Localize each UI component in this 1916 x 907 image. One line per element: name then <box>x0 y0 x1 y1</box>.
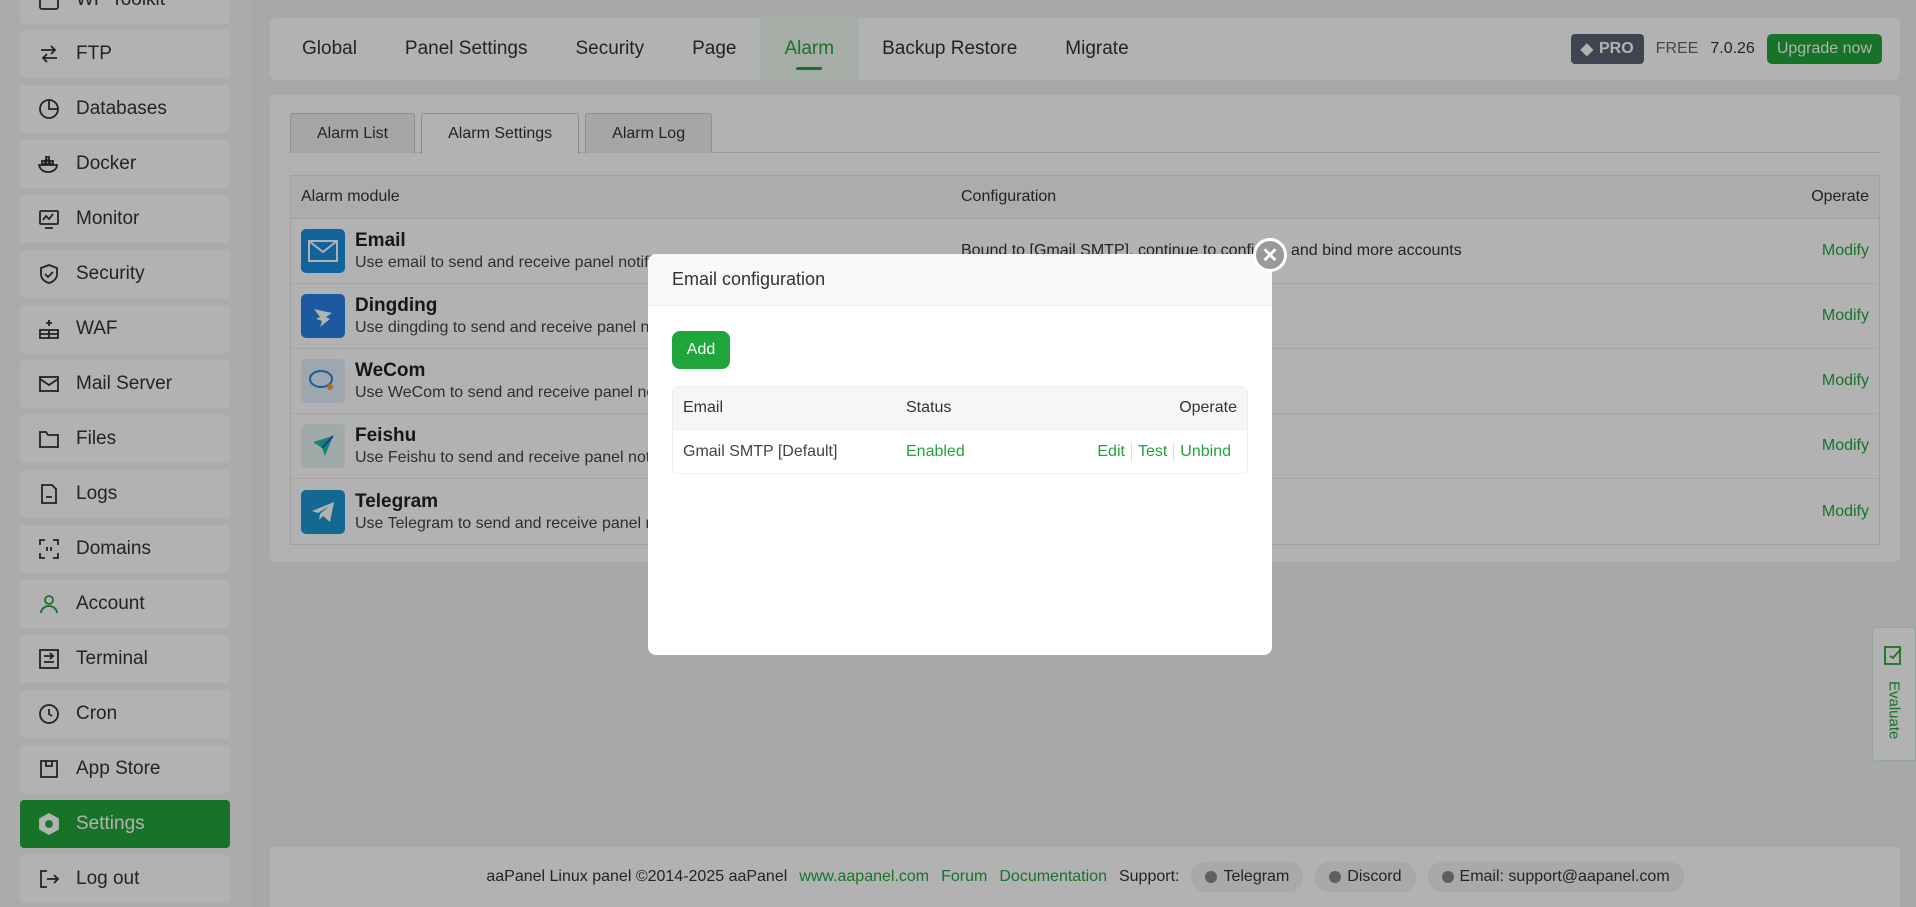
modal-title: Email configuration <box>648 254 1272 306</box>
add-button[interactable]: Add <box>672 331 730 369</box>
row-actions: Edit Test Unbind <box>1056 442 1237 461</box>
edit-link[interactable]: Edit <box>1091 443 1131 461</box>
email-table: Email Status Operate Gmail SMTP [Default… <box>672 386 1248 474</box>
unbind-link[interactable]: Unbind <box>1173 442 1237 461</box>
test-link[interactable]: Test <box>1130 442 1173 461</box>
col-operate: Operate <box>1179 399 1237 416</box>
close-icon[interactable]: ✕ <box>1253 238 1287 272</box>
email-config-modal: Email configuration Add Email Status Ope… <box>648 254 1272 655</box>
status-badge[interactable]: Enabled <box>906 443 1056 461</box>
col-email: Email <box>683 399 724 416</box>
table-row: Gmail SMTP [Default] Enabled Edit Test U… <box>673 429 1247 473</box>
email-name: Gmail SMTP [Default] <box>683 442 838 460</box>
col-status: Status <box>906 399 952 416</box>
table-header: Email Status Operate <box>673 387 1247 429</box>
